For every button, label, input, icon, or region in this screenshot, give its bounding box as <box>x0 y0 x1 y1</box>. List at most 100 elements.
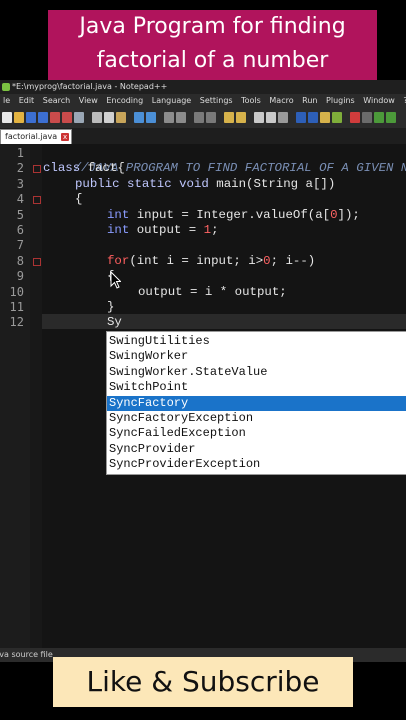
record-macro-icon[interactable] <box>350 112 360 123</box>
line-number: 8 <box>16 253 24 268</box>
cut-icon[interactable] <box>92 112 102 123</box>
menu-run[interactable]: Run <box>302 96 317 105</box>
replace-icon[interactable] <box>176 112 186 123</box>
zoom-in-icon[interactable] <box>194 112 204 123</box>
code-number: 1 <box>203 223 212 237</box>
window-title: *E:\myprog\factorial.java - Notepad++ <box>12 82 168 91</box>
menu-search[interactable]: Search <box>43 96 70 105</box>
line-number: 11 <box>9 300 24 314</box>
show-all-chars-icon[interactable] <box>266 112 276 123</box>
menu-file[interactable]: le <box>3 96 10 105</box>
like-subscribe-banner: Like & Subscribe <box>53 657 353 707</box>
line-number: 2 <box>16 161 24 176</box>
banner-line-2: factorial of a number <box>96 48 329 73</box>
autocomplete-item[interactable]: SwingWorker <box>107 349 406 364</box>
copy-icon[interactable] <box>104 112 114 123</box>
indent-guide-icon[interactable] <box>278 112 288 123</box>
code-type: int <box>107 207 130 222</box>
code-keyword: public static void <box>75 176 209 191</box>
save-all-icon[interactable] <box>38 112 48 123</box>
code-text: output = <box>129 223 204 237</box>
tab-factorial-java[interactable]: factorial.java x <box>0 129 73 144</box>
find-icon[interactable] <box>164 112 174 123</box>
fold-marker[interactable] <box>33 258 41 266</box>
save-icon[interactable] <box>26 112 36 123</box>
code-text: Sy <box>107 315 122 330</box>
sync-vertical-icon[interactable] <box>224 112 234 123</box>
close-icon[interactable]: x <box>61 133 70 141</box>
banner-line-1: Java Program for finding <box>79 14 346 39</box>
line-number: 12 <box>9 315 24 330</box>
code-keyword: for <box>107 253 130 268</box>
document-map-icon[interactable] <box>296 112 306 123</box>
menu-macro[interactable]: Macro <box>269 96 293 105</box>
code-line: { <box>75 192 82 207</box>
tab-bar: factorial.java x <box>0 128 406 145</box>
autocomplete-list[interactable]: SwingUtilities SwingWorker SwingWorker.S… <box>106 331 406 475</box>
code-line: } <box>107 300 114 315</box>
autocomplete-item[interactable]: SwitchPoint <box>107 380 406 395</box>
run-macro-icon[interactable] <box>386 112 396 123</box>
close-all-icon[interactable] <box>62 112 72 123</box>
notepadpp-icon <box>2 83 10 91</box>
fold-marker[interactable] <box>33 196 41 204</box>
open-file-icon[interactable] <box>14 112 24 123</box>
code-line: class fact{ <box>43 161 125 176</box>
code-text: ]); <box>337 207 360 222</box>
code-line: int input = Integer.valueOf(a[0]); <box>107 208 360 223</box>
sync-horizontal-icon[interactable] <box>236 112 246 123</box>
play-macro-icon[interactable] <box>374 112 384 123</box>
code-text: fact{ <box>80 161 125 176</box>
menu-plugins[interactable]: Plugins <box>326 96 355 105</box>
autocomplete-item[interactable]: SwingWorker.StateValue <box>107 365 406 380</box>
close-file-icon[interactable] <box>50 112 60 123</box>
menu-bar: le Edit Search View Encoding Language Se… <box>0 94 406 108</box>
title-banner: Java Program for finding factorial of a … <box>48 10 377 80</box>
menu-edit[interactable]: Edit <box>19 96 35 105</box>
fold-margin <box>30 144 42 648</box>
autocomplete-item-selected[interactable]: SyncFactory <box>107 395 406 411</box>
menu-tools[interactable]: Tools <box>241 96 261 105</box>
word-wrap-icon[interactable] <box>254 112 264 123</box>
code-text: ; <box>211 223 219 237</box>
menu-language[interactable]: Language <box>152 96 191 105</box>
code-line: for(int i = input; i>0; i--) <box>107 254 315 269</box>
monitoring-icon[interactable] <box>332 112 342 123</box>
line-number: 9 <box>16 269 24 284</box>
mouse-pointer-icon <box>110 271 121 289</box>
file-type-label: Java source file <box>0 650 53 659</box>
undo-icon[interactable] <box>134 112 144 123</box>
new-file-icon[interactable] <box>2 112 12 123</box>
zoom-out-icon[interactable] <box>206 112 216 123</box>
code-keyword: class <box>43 161 81 176</box>
line-number: 1 <box>16 146 24 160</box>
autocomplete-item[interactable]: SyncFailedException <box>107 426 406 441</box>
code-line: int output = 1; <box>107 223 219 238</box>
redo-icon[interactable] <box>146 112 156 123</box>
autocomplete-item[interactable]: SyncFactoryException <box>107 411 406 426</box>
current-line-highlight <box>42 314 406 329</box>
function-list-icon[interactable] <box>308 112 318 123</box>
code-line: public static void main(String a[]) <box>75 177 335 192</box>
paste-icon[interactable] <box>116 112 126 123</box>
code-type: int <box>107 223 130 237</box>
fold-marker[interactable] <box>33 165 41 173</box>
folder-workspace-icon[interactable] <box>320 112 330 123</box>
autocomplete-item[interactable]: SyncProvider <box>107 442 406 457</box>
stop-macro-icon[interactable] <box>362 112 372 123</box>
code-line: output = i * output; <box>138 285 287 300</box>
line-number: 7 <box>16 238 24 253</box>
menu-window[interactable]: Window <box>363 96 395 105</box>
code-text: output = i * output; <box>138 284 287 299</box>
menu-encoding[interactable]: Encoding <box>106 96 143 105</box>
autocomplete-item[interactable]: SwingUtilities <box>107 334 406 349</box>
print-icon[interactable] <box>74 112 84 123</box>
code-text: ; i--) <box>270 253 316 268</box>
tab-label: factorial.java <box>5 132 58 141</box>
line-number: 6 <box>16 223 24 237</box>
line-number: 4 <box>16 192 24 207</box>
code-text: } <box>107 300 115 314</box>
menu-view[interactable]: View <box>79 96 98 105</box>
autocomplete-item[interactable]: SyncProviderException <box>107 457 406 472</box>
menu-settings[interactable]: Settings <box>200 96 233 105</box>
